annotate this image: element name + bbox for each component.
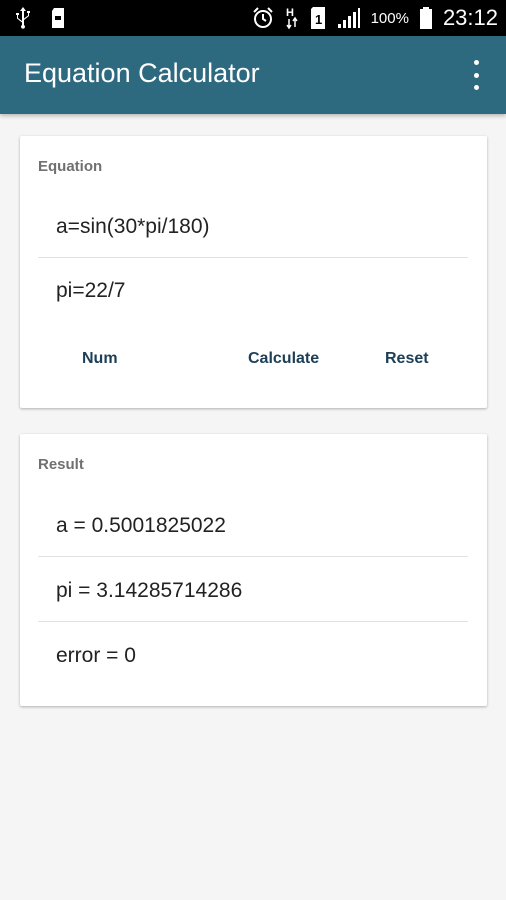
sim-icon: 1 [309,6,327,30]
svg-text:1: 1 [315,12,322,27]
svg-text:H: H [286,7,294,19]
num-button[interactable]: Num [82,350,118,368]
result-line: a = 0.5001825022 [38,493,468,557]
app-title: Equation Calculator [24,58,260,88]
equation-line[interactable]: a=sin(30*pi/180) [38,194,468,258]
result-card: Result a = 0.5001825022 pi = 3.142857142… [20,434,487,706]
result-line: error = 0 [38,623,468,687]
equation-card: Equation a=sin(30*pi/180) pi=22/7 Num Ca… [20,136,487,408]
result-line-text: pi = 3.14285714286 [56,579,243,602]
button-row: Num Calculate Reset [20,340,487,380]
status-bar: H 1 100% 23:12 [0,0,506,36]
usb-icon [14,6,32,30]
battery-icon [419,6,433,30]
calculate-button[interactable]: Calculate [248,350,319,368]
alarm-icon [251,6,275,30]
sd-card-icon [50,7,66,29]
result-header: Result [38,456,84,473]
battery-percent: 100% [370,9,409,27]
data-arrows-icon: H [285,5,299,31]
result-line-text: a = 0.5001825022 [56,514,226,537]
clock-time: 23:12 [442,5,498,30]
result-line: pi = 3.14285714286 [38,558,468,622]
equation-line-text: a=sin(30*pi/180) [56,215,210,238]
signal-icon [337,7,361,29]
equation-header: Equation [38,158,103,175]
more-vert-icon[interactable] [466,60,486,90]
app-bar: Equation Calculator [0,36,506,114]
equation-line[interactable]: pi=22/7 [38,258,468,322]
equation-line-text: pi=22/7 [56,279,126,302]
reset-button[interactable]: Reset [385,350,429,368]
result-line-text: error = 0 [56,644,136,667]
